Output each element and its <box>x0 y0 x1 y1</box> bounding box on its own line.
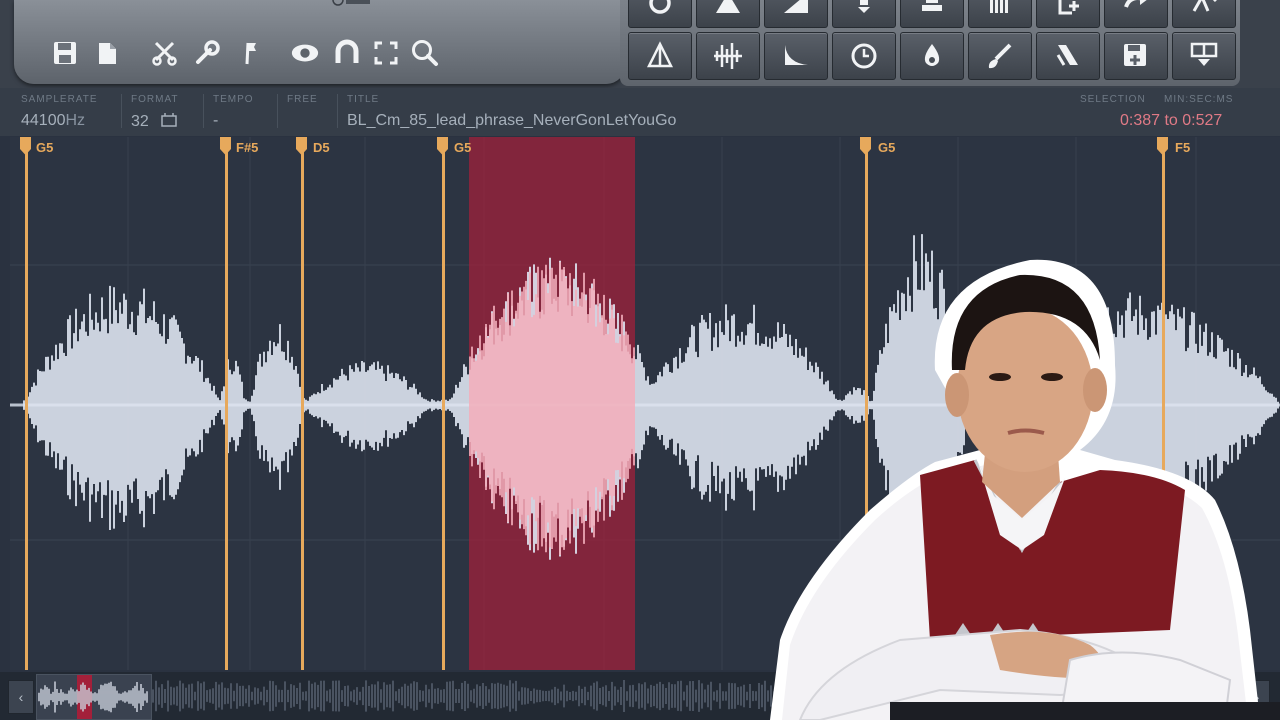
loop-button[interactable] <box>628 0 692 28</box>
marker-label: F#5 <box>236 140 259 155</box>
logo-icon <box>332 0 372 6</box>
add-icon <box>1058 0 1079 15</box>
samplerate-value: 44100Hz <box>21 112 86 129</box>
triangle-button[interactable] <box>628 32 692 80</box>
spike-button[interactable] <box>696 0 760 28</box>
fade-in-button[interactable] <box>764 0 828 28</box>
audio-editor-window: SAMPLERATE 44100Hz FORMAT 32 TEMPO - FRE… <box>0 0 1280 720</box>
brush-icon <box>988 43 1012 69</box>
marker-label: G5 <box>36 140 54 155</box>
selection-label: SELECTION <box>1080 94 1146 105</box>
scissors-icon[interactable] <box>150 36 180 70</box>
wave-edit-icon <box>1192 0 1217 12</box>
tempo-value: - <box>213 112 219 129</box>
redo-icon <box>1124 0 1147 8</box>
marker-label: G5 <box>878 140 896 155</box>
clock-button[interactable] <box>832 32 896 80</box>
samplerate-label: SAMPLERATE <box>21 94 98 105</box>
drop-button[interactable] <box>900 32 964 80</box>
decay-icon <box>785 45 808 65</box>
marker-label: F5 <box>1175 140 1191 155</box>
add-button[interactable] <box>1036 0 1100 28</box>
fade-in-icon <box>784 0 808 13</box>
save-icon[interactable] <box>50 36 80 70</box>
overview-thumb-waveform <box>38 675 148 719</box>
info-bar: SAMPLERATE 44100Hz FORMAT 32 TEMPO - FRE… <box>0 88 1280 136</box>
divider <box>203 94 204 128</box>
wrench-icon[interactable] <box>192 36 222 70</box>
format-value[interactable]: 32 <box>131 112 179 131</box>
marker-label: D5 <box>313 140 330 155</box>
zoom-icon[interactable] <box>410 36 440 70</box>
clock-icon <box>851 43 877 69</box>
equalizer-icon <box>990 0 1008 13</box>
stamp-button[interactable] <box>900 0 964 28</box>
arrow-down-button[interactable] <box>832 0 896 28</box>
loop-icon <box>649 0 671 14</box>
fullscreen-icon[interactable] <box>371 36 401 70</box>
free-label: FREE <box>287 94 318 105</box>
overview-thumb-wave <box>38 681 148 713</box>
divider <box>121 94 122 128</box>
minsec-label: MIN:SEC:MS <box>1164 94 1234 105</box>
arrow-down-icon <box>858 0 870 13</box>
selection-value: 0:387 to 0:527 <box>1120 112 1223 129</box>
save-new-icon <box>1124 44 1146 66</box>
title-value: BL_Cm_85_lead_phrase_NeverGonLetYouGo <box>347 112 677 129</box>
save-new-button[interactable] <box>1104 32 1168 80</box>
decay-button[interactable] <box>764 32 828 80</box>
redo-button[interactable] <box>1104 0 1168 28</box>
split-icon <box>1190 42 1218 66</box>
format-icon <box>161 113 177 127</box>
copy-icon[interactable] <box>93 36 123 70</box>
format-label: FORMAT <box>131 94 179 105</box>
waveform-icon <box>714 43 742 69</box>
wave-edit-button[interactable] <box>1172 0 1236 28</box>
equalizer-button[interactable] <box>968 0 1032 28</box>
marker-label: G5 <box>454 140 472 155</box>
eye-icon[interactable] <box>290 36 320 70</box>
spike-icon <box>716 0 740 13</box>
divider <box>337 94 338 128</box>
flag-icon[interactable] <box>236 36 266 70</box>
tempo-label: TEMPO <box>213 94 254 105</box>
presenter-photo <box>760 250 1280 720</box>
waveform-button[interactable] <box>696 32 760 80</box>
brush-button[interactable] <box>968 32 1032 80</box>
pitch-button[interactable] <box>1036 32 1100 80</box>
overview-thumb[interactable] <box>36 674 152 720</box>
scroll-left-button[interactable]: ‹ <box>8 680 34 714</box>
pitch-icon <box>1056 45 1078 66</box>
divider <box>277 94 278 128</box>
triangle-icon <box>646 41 674 68</box>
magnet-icon[interactable] <box>332 36 362 70</box>
title-label: TITLE <box>347 94 380 105</box>
stamp-icon <box>922 0 942 11</box>
drop-icon <box>924 44 940 66</box>
split-button[interactable] <box>1172 32 1236 80</box>
